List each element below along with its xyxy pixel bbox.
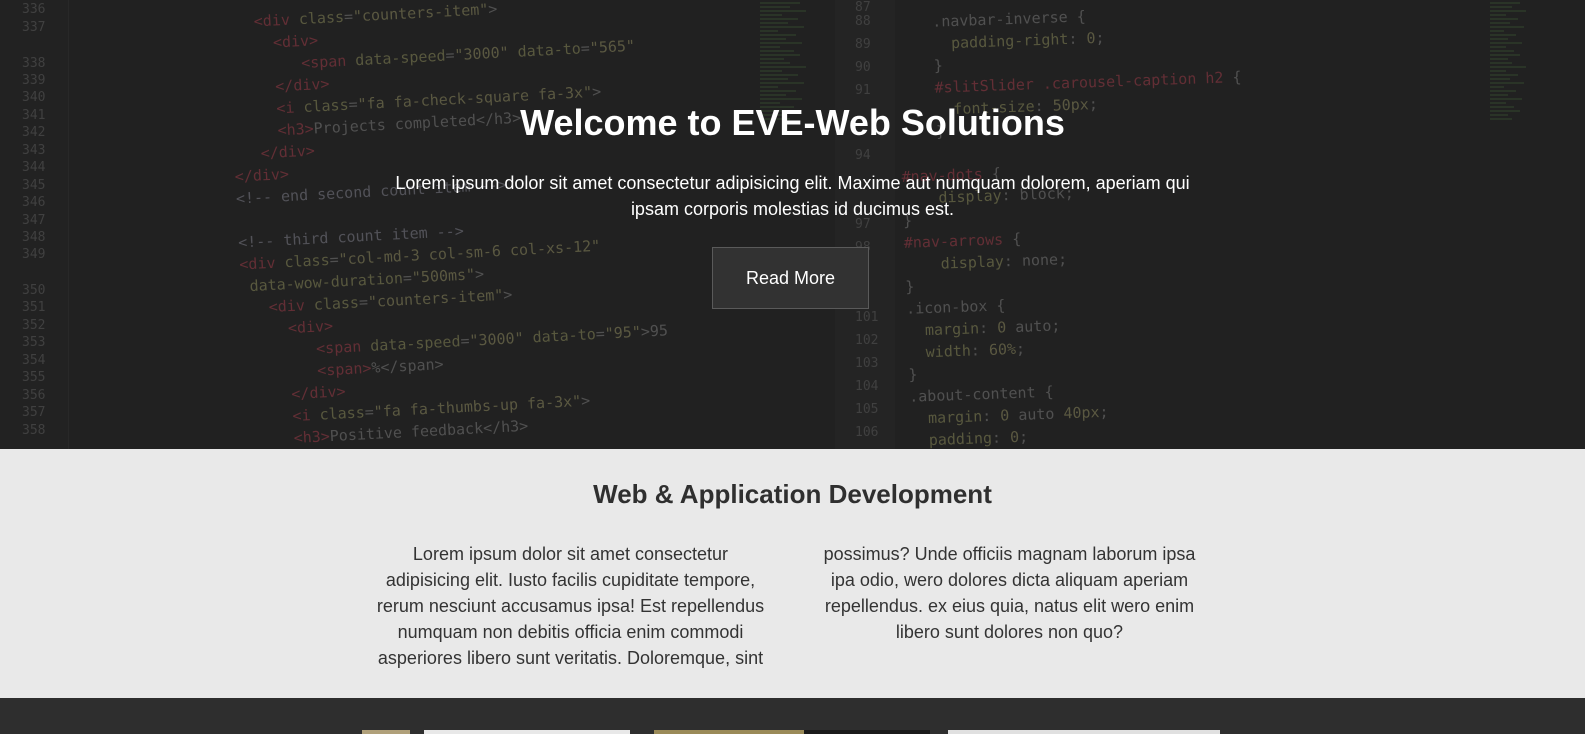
section-title: Web & Application Development bbox=[593, 479, 992, 509]
portfolio-strip bbox=[0, 698, 1585, 734]
code-snippet-right: .navbar-inverse { padding-right: 0; } #s… bbox=[895, 0, 1242, 449]
hero-title: Welcome to EVE-Web Solutions bbox=[520, 102, 1065, 143]
code-gutter-right bbox=[835, 0, 895, 449]
code-minimap-left bbox=[760, 0, 820, 449]
code-background-image: 336 337 338 339 340 341 342 343 344 345 346 34… bbox=[0, 0, 1585, 449]
read-more-button[interactable]: Read More bbox=[712, 247, 869, 309]
portfolio-thumb[interactable] bbox=[654, 730, 804, 734]
portfolio-thumb[interactable] bbox=[948, 730, 1220, 734]
portfolio-thumb[interactable] bbox=[362, 730, 410, 734]
code-minimap-right bbox=[1490, 0, 1550, 449]
hero-banner: 336 337 338 339 340 341 342 343 344 345 346 34… bbox=[0, 0, 1585, 449]
section-text: Lorem ipsum dolor sit amet consectetur a… bbox=[376, 544, 1196, 668]
code-snippet-left: <div class="counters-item"> <div> <span … bbox=[226, 0, 669, 449]
hero-overlay bbox=[0, 0, 1585, 449]
portfolio-thumb[interactable] bbox=[424, 730, 630, 734]
portfolio-thumb[interactable] bbox=[804, 730, 930, 734]
code-gutter-left bbox=[0, 0, 69, 449]
service-section: Web & Application Development Lorem ipsu… bbox=[0, 449, 1585, 698]
hero-text: Lorem ipsum dolor sit amet consectetur a… bbox=[395, 173, 1190, 219]
